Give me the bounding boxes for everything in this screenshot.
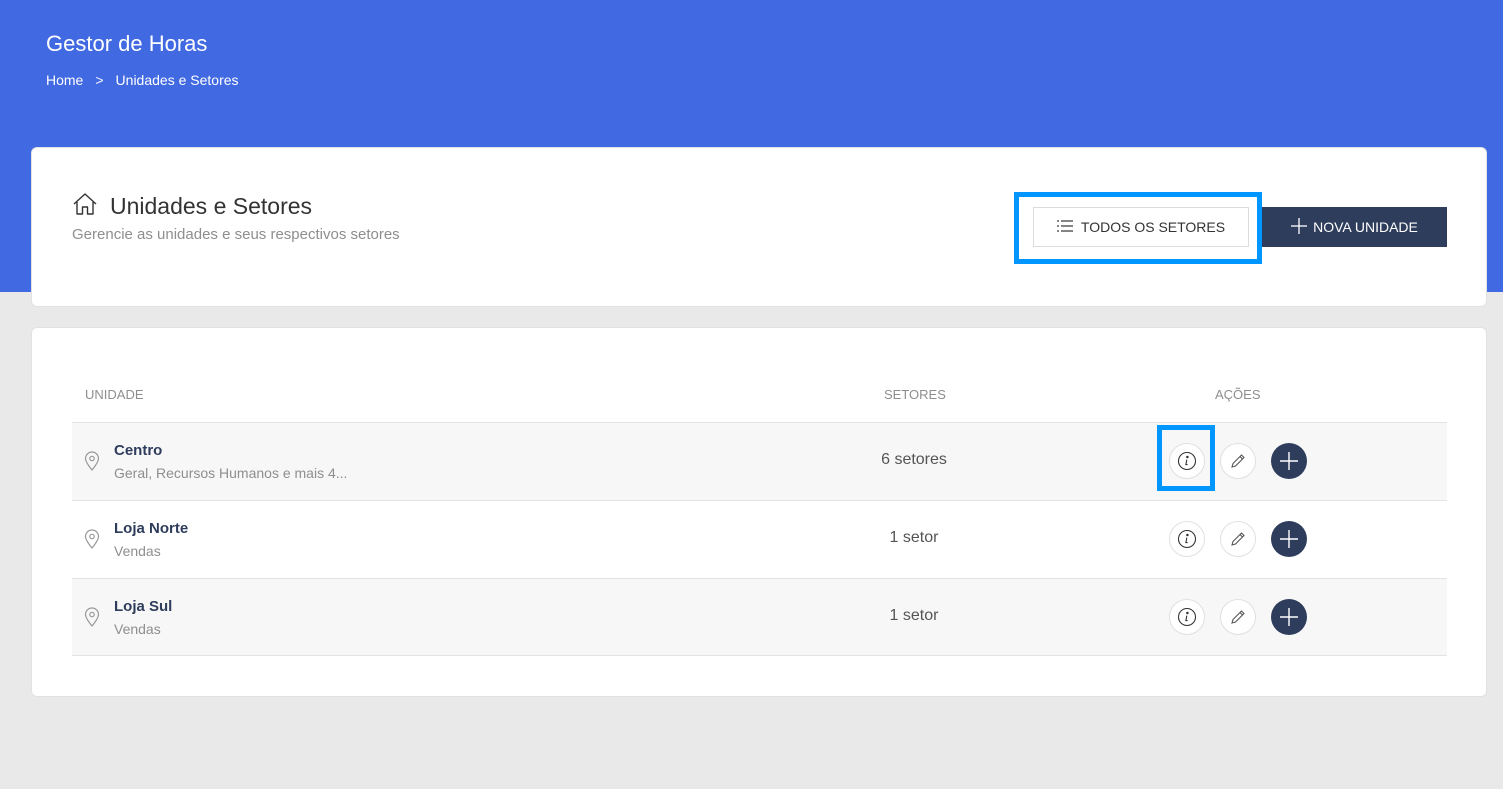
table-row: Loja Sul Vendas 1 setor xyxy=(72,578,1447,656)
column-header-setores: SETORES xyxy=(884,387,946,402)
edit-button[interactable] xyxy=(1220,521,1256,557)
column-header-acoes: AÇÕES xyxy=(1215,387,1261,402)
info-button[interactable] xyxy=(1169,599,1205,635)
unit-name[interactable]: Loja Norte xyxy=(114,520,188,537)
unit-name[interactable]: Loja Sul xyxy=(114,598,172,615)
breadcrumb-separator: > xyxy=(95,72,104,88)
info-icon xyxy=(1177,529,1197,549)
column-header-unidade: UNIDADE xyxy=(85,387,144,402)
page-title-row: Unidades e Setores xyxy=(72,192,312,221)
breadcrumb-home[interactable]: Home xyxy=(46,72,83,88)
info-button[interactable] xyxy=(1169,443,1205,479)
breadcrumb-current: Unidades e Setores xyxy=(115,72,239,88)
pencil-icon xyxy=(1231,610,1245,624)
pencil-icon xyxy=(1231,454,1245,468)
add-sector-button[interactable] xyxy=(1271,599,1307,635)
unit-sectors-summary: Vendas xyxy=(114,621,161,637)
location-pin-icon xyxy=(84,607,100,632)
table-row: Loja Norte Vendas 1 setor xyxy=(72,500,1447,578)
edit-button[interactable] xyxy=(1220,443,1256,479)
plus-icon xyxy=(1291,217,1308,237)
add-sector-button[interactable] xyxy=(1271,521,1307,557)
list-icon xyxy=(1056,219,1073,235)
page-subtitle: Gerencie as unidades e seus respectivos … xyxy=(72,226,400,243)
plus-icon xyxy=(1280,452,1298,470)
plus-icon xyxy=(1280,530,1298,548)
new-unit-button[interactable]: NOVA UNIDADE xyxy=(1262,207,1447,247)
table-row: Centro Geral, Recursos Humanos e mais 4.… xyxy=(72,422,1447,500)
page-title: Unidades e Setores xyxy=(110,193,313,219)
plus-icon xyxy=(1280,608,1298,626)
all-sectors-button[interactable]: TODOS OS SETORES xyxy=(1033,207,1249,247)
add-sector-button[interactable] xyxy=(1271,443,1307,479)
unit-name[interactable]: Centro xyxy=(114,442,162,459)
location-pin-icon xyxy=(84,451,100,476)
all-sectors-label: TODOS OS SETORES xyxy=(1080,219,1226,235)
units-table-card: UNIDADE SETORES AÇÕES Centro Geral, Recu… xyxy=(31,327,1487,697)
sector-count: 1 setor xyxy=(889,529,939,546)
location-pin-icon xyxy=(84,529,100,554)
unit-sectors-summary: Geral, Recursos Humanos e mais 4... xyxy=(114,465,348,481)
breadcrumb: Home > Unidades e Setores xyxy=(46,72,239,88)
app-title: Gestor de Horas xyxy=(46,31,208,56)
page-header-card: Unidades e Setores Gerencie as unidades … xyxy=(31,147,1487,307)
info-icon xyxy=(1177,607,1197,627)
info-icon xyxy=(1177,451,1197,471)
sector-count: 1 setor xyxy=(889,607,939,624)
unit-sectors-summary: Vendas xyxy=(114,543,161,559)
edit-button[interactable] xyxy=(1220,599,1256,635)
pencil-icon xyxy=(1231,532,1245,546)
new-unit-label: NOVA UNIDADE xyxy=(1313,219,1418,235)
info-button[interactable] xyxy=(1169,521,1205,557)
home-icon xyxy=(72,192,98,221)
sector-count: 6 setores xyxy=(881,451,947,468)
